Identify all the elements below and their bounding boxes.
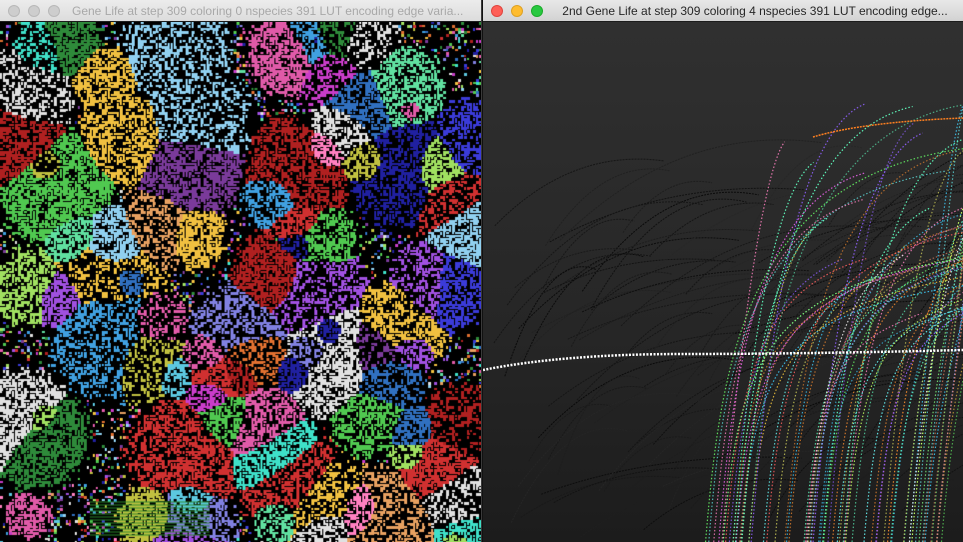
desktop: Gene Life at step 309 coloring 0 nspecie… (0, 0, 963, 542)
trace-line (673, 413, 760, 471)
trace-line (528, 404, 612, 462)
trace-line (627, 356, 859, 453)
trace-line (559, 139, 822, 241)
zoom-icon[interactable] (48, 4, 60, 17)
gene-life-2nd-window[interactable]: 2nd Gene Life at step 309 coloring 4 nsp… (483, 0, 963, 542)
trace-line (646, 355, 926, 468)
trace-line (655, 187, 888, 270)
trace-line (493, 253, 652, 344)
trace-line (883, 150, 963, 542)
trace-line (581, 191, 759, 292)
species-trace-view[interactable] (483, 22, 963, 542)
species-trace-plot[interactable] (483, 22, 963, 542)
window-title: Gene Life at step 309 coloring 0 nspecie… (72, 3, 464, 18)
trace-line (857, 424, 963, 482)
gene-life-window[interactable]: Gene Life at step 309 coloring 0 nspecie… (0, 0, 482, 542)
trace-line (517, 392, 695, 487)
trace-line (896, 433, 963, 481)
zoom-icon[interactable] (531, 4, 543, 17)
gene-life-titlebar[interactable]: Gene Life at step 309 coloring 0 nspecie… (0, 0, 481, 22)
trace-line (554, 229, 760, 290)
trace-line (720, 229, 928, 275)
trace-line (538, 356, 732, 439)
trace-line (557, 375, 640, 475)
trace-line (494, 158, 665, 227)
window-controls (483, 4, 543, 17)
trace-line (567, 293, 817, 340)
highlight-trace-line (483, 348, 963, 372)
trace-line (504, 266, 597, 377)
trace-line (540, 258, 716, 295)
trace-line (665, 324, 755, 375)
trace-line (812, 117, 963, 138)
window-title: 2nd Gene Life at step 309 coloring 4 nsp… (562, 3, 948, 18)
trace-line (851, 263, 963, 542)
close-icon[interactable] (8, 4, 20, 17)
gene-life-grid-canvas[interactable] (0, 22, 481, 542)
trace-line (675, 304, 840, 397)
trace-line (520, 475, 680, 518)
trace-line (643, 478, 799, 531)
trace-line (685, 249, 782, 295)
trace-line (506, 201, 703, 306)
gene-life-2nd-titlebar[interactable]: 2nd Gene Life at step 309 coloring 4 nsp… (483, 0, 963, 22)
trace-line (531, 273, 808, 334)
gene-life-grid-view[interactable] (0, 22, 481, 542)
trace-line (819, 307, 963, 542)
trace-line (650, 202, 774, 256)
trace-line (849, 298, 963, 400)
trace-line (570, 271, 672, 347)
trace-line (541, 456, 802, 495)
trace-line (828, 172, 910, 225)
minimize-icon[interactable] (511, 4, 523, 17)
trace-line (622, 180, 713, 233)
trace-line (725, 258, 867, 542)
trace-line (857, 164, 963, 266)
close-icon[interactable] (491, 4, 503, 17)
trace-line (598, 377, 820, 491)
trace-line (626, 312, 713, 355)
window-controls (0, 4, 60, 17)
minimize-icon[interactable] (28, 4, 40, 17)
trace-line (553, 467, 716, 504)
